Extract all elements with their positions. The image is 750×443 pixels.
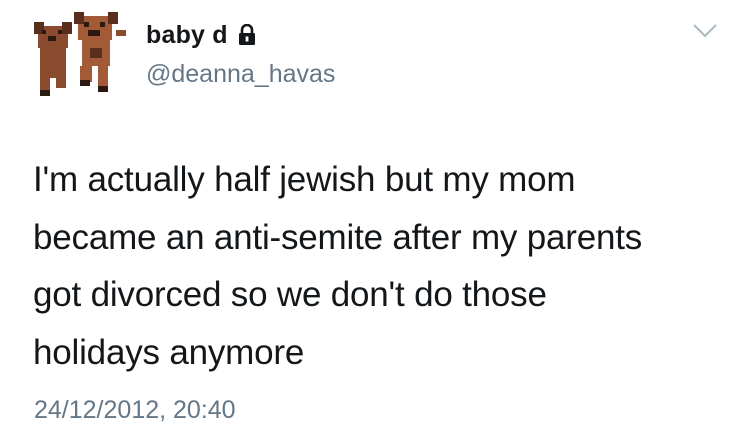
tweet-text-line: got divorced so we don't do those <box>33 275 547 314</box>
avatar[interactable] <box>30 8 128 100</box>
dog-avatar-icon <box>34 12 126 96</box>
user-handle[interactable]: @deanna_havas <box>146 60 335 89</box>
display-name[interactable]: baby d <box>146 21 228 50</box>
tweet-text-line: I'm actually half jewish but my mom <box>33 160 576 199</box>
name-row: baby d <box>146 20 335 50</box>
tweet-text: I'm actually half jewish but my mom beca… <box>33 151 733 381</box>
lock-icon <box>238 23 256 46</box>
tweet-text-line: holidays anymore <box>33 332 305 372</box>
tweet-header: baby d @deanna_havas <box>146 20 335 89</box>
tweet-card: baby d @deanna_havas I'm actually half j… <box>0 0 750 443</box>
tweet-timestamp[interactable]: 24/12/2012, 20:40 <box>34 396 236 425</box>
tweet-text-line: became an anti-semite after my parents <box>33 217 643 257</box>
chevron-down-icon[interactable] <box>692 22 718 40</box>
